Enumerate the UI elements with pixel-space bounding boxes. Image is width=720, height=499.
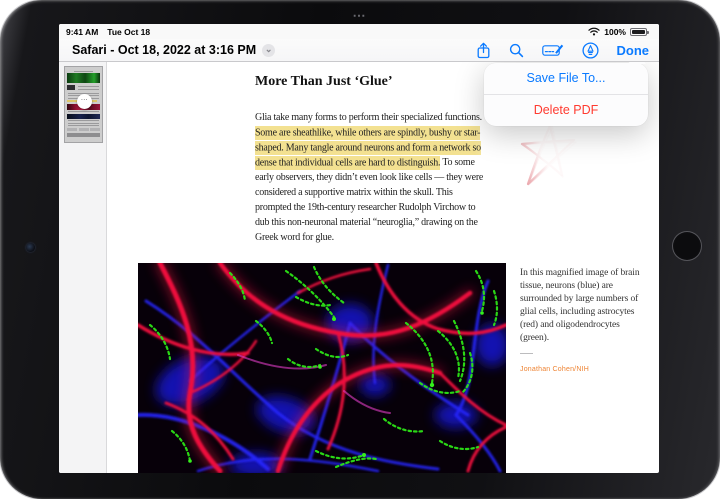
article-line: prompted the 19th-century researcher Rud… <box>255 200 515 215</box>
search-icon[interactable] <box>509 43 524 58</box>
article-heading: More Than Just ‘Glue’ <box>255 74 393 90</box>
article-line: considered a supportive matrix within th… <box>255 185 515 200</box>
share-icon[interactable] <box>476 42 491 59</box>
menu-item-delete-pdf[interactable]: Delete PDF <box>484 95 648 126</box>
toolbar: Safari - Oct 18, 2022 at 3:16 PM ⌄ <box>59 39 659 62</box>
article-paragraph: Glia take many forms to perform their sp… <box>255 110 515 245</box>
star-annotation[interactable] <box>517 121 579 198</box>
article-line: Glia take many forms to perform their sp… <box>255 110 515 125</box>
article-line: Some are sheathlike, while others are sp… <box>255 125 515 140</box>
done-button[interactable]: Done <box>617 43 650 58</box>
thumb-banner-image <box>67 73 100 83</box>
menu-item-save-file-to[interactable]: Save File To... <box>484 63 648 94</box>
caption-text: In this magnified image of brain tissue,… <box>520 268 639 343</box>
photo-credit: Jonathan Cohen/NIH <box>520 363 646 376</box>
front-camera <box>26 243 35 252</box>
ipad-screen: 9:41 AM Tue Oct 18 100% Safari - Oct 18,… <box>59 24 659 473</box>
screenshot-stage: ⋯ 9:41 AM Tue Oct 18 100% <box>0 0 720 499</box>
document-title: Safari - Oct 18, 2022 at 3:16 PM <box>72 43 256 57</box>
chevron-down-icon[interactable]: ⌄ <box>262 44 275 57</box>
popover-menu: Save File To... Delete PDF <box>484 63 648 126</box>
figure-caption: In this magnified image of brain tissue,… <box>520 267 646 376</box>
battery-percent: 100% <box>604 27 626 37</box>
ipad-bezel: ⋯ 9:41 AM Tue Oct 18 100% <box>0 0 720 499</box>
neuron-micrograph-image <box>138 263 506 473</box>
article-line: early observers, they didn’t even look l… <box>255 170 515 185</box>
battery-icon <box>630 28 647 36</box>
status-bar: 9:41 AM Tue Oct 18 100% <box>59 24 659 39</box>
thumb-ellipsis-bubble: ⋯ <box>77 94 92 109</box>
pencil-circle-icon[interactable] <box>582 42 599 59</box>
article-line: shaped. Many tangle around neurons and f… <box>255 140 515 155</box>
thumb-dark-image <box>67 114 100 119</box>
multitask-dots-icon: ⋯ <box>340 8 380 24</box>
caption-divider <box>520 353 533 354</box>
article-line: dub this non-neuronal material “neurogli… <box>255 215 515 230</box>
status-time: 9:41 AM <box>66 27 98 37</box>
status-date: Tue Oct 18 <box>107 27 150 37</box>
article-line: Greek word for glue. <box>255 230 515 245</box>
home-button[interactable] <box>672 231 702 261</box>
wifi-icon <box>588 27 600 36</box>
thumbnail-sidebar: ⋯ <box>59 62 107 473</box>
article-line: dense that individual cells are hard to … <box>255 155 515 170</box>
page-thumbnail[interactable]: ⋯ <box>64 66 103 143</box>
markup-icon[interactable] <box>542 43 564 57</box>
